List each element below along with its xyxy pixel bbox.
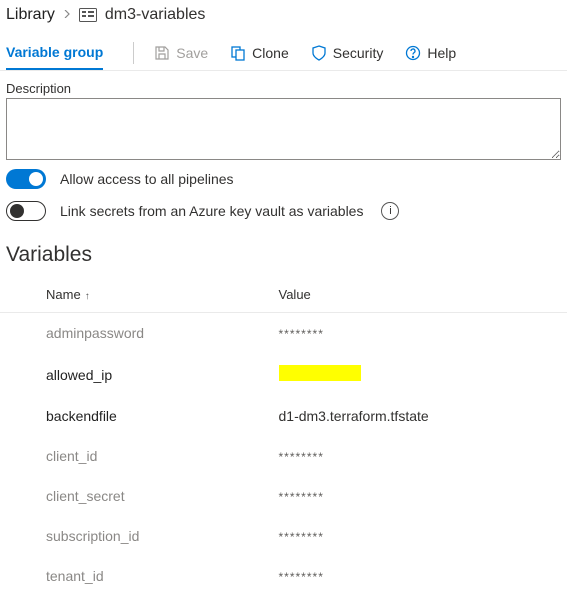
- variable-name: backendfile: [0, 396, 273, 436]
- table-row[interactable]: adminpassword********: [0, 313, 567, 354]
- column-header-value[interactable]: Value: [273, 277, 567, 313]
- variables-title: Variables: [0, 227, 567, 277]
- variable-name: subscription_id: [0, 516, 273, 556]
- variable-value: ********: [273, 516, 567, 556]
- table-row[interactable]: client_secret********: [0, 476, 567, 516]
- variable-value: [273, 353, 567, 396]
- breadcrumb: Library dm3-variables: [0, 0, 567, 36]
- clone-button[interactable]: Clone: [220, 39, 299, 67]
- toggle-keyvault-label: Link secrets from an Azure key vault as …: [60, 203, 363, 219]
- table-row[interactable]: backendfiled1-dm3.terraform.tfstate: [0, 396, 567, 436]
- table-row[interactable]: subscription_id********: [0, 516, 567, 556]
- variables-table: Name↑ Value adminpassword********allowed…: [0, 277, 567, 596]
- clone-label: Clone: [252, 45, 289, 61]
- column-header-name[interactable]: Name↑: [0, 277, 273, 313]
- toggle-allow-access-row: Allow access to all pipelines: [0, 163, 567, 195]
- help-icon: [405, 45, 421, 61]
- tab-variable-group[interactable]: Variable group: [6, 36, 103, 70]
- table-row[interactable]: allowed_ip: [0, 353, 567, 396]
- description-section: Description: [0, 71, 567, 163]
- chevron-right-icon: [63, 10, 71, 21]
- help-label: Help: [427, 45, 456, 61]
- shield-icon: [311, 45, 327, 61]
- variable-value: ********: [273, 436, 567, 476]
- variable-name: tenant_id: [0, 556, 273, 596]
- breadcrumb-root[interactable]: Library: [6, 6, 55, 24]
- save-button: Save: [144, 39, 218, 67]
- help-button[interactable]: Help: [395, 39, 466, 67]
- variable-value: d1-dm3.terraform.tfstate: [273, 396, 567, 436]
- variable-name: client_id: [0, 436, 273, 476]
- toolbar: Variable group Save Clone Security Help: [0, 36, 567, 71]
- variable-value: ********: [273, 313, 567, 354]
- toggle-allow-access[interactable]: [6, 169, 46, 189]
- variable-name: client_secret: [0, 476, 273, 516]
- info-icon[interactable]: i: [381, 202, 399, 220]
- variable-name: allowed_ip: [0, 353, 273, 396]
- toggle-allow-access-label: Allow access to all pipelines: [60, 171, 234, 187]
- breadcrumb-current: dm3-variables: [105, 6, 205, 24]
- toggle-keyvault[interactable]: [6, 201, 46, 221]
- clone-icon: [230, 45, 246, 61]
- save-label: Save: [176, 45, 208, 61]
- variable-value: ********: [273, 556, 567, 596]
- table-row[interactable]: client_id********: [0, 436, 567, 476]
- variable-value: ********: [273, 476, 567, 516]
- security-label: Security: [333, 45, 384, 61]
- description-textarea[interactable]: [6, 98, 561, 160]
- toolbar-divider: [133, 42, 134, 64]
- table-row[interactable]: tenant_id********: [0, 556, 567, 596]
- toggle-keyvault-row: Link secrets from an Azure key vault as …: [0, 195, 567, 227]
- variable-group-icon: [79, 8, 97, 22]
- variable-name: adminpassword: [0, 313, 273, 354]
- description-label: Description: [6, 81, 561, 96]
- security-button[interactable]: Security: [301, 39, 394, 67]
- sort-asc-icon: ↑: [85, 291, 90, 302]
- save-icon: [154, 45, 170, 61]
